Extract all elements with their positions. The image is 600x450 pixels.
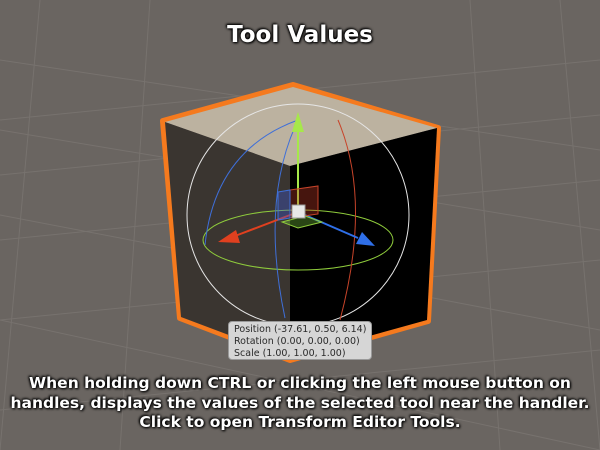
rotation-value: Rotation (0.00, 0.00, 0.00): [234, 336, 360, 347]
center-cube-icon[interactable]: [291, 204, 306, 219]
tool-values-tooltip: Position (-37.61, 0.50, 6.14) Rotation (…: [228, 321, 372, 360]
caption-line-1: When holding down CTRL or clicking the l…: [29, 374, 571, 392]
caption-line-2: handles, displays the values of the sele…: [10, 393, 590, 412]
page-title: Tool Values: [227, 22, 373, 48]
plane-handle-zy[interactable]: [277, 189, 291, 221]
caption-line-3[interactable]: Click to open Transform Editor Tools.: [0, 413, 600, 433]
scale-value: Scale (1.00, 1.00, 1.00): [234, 348, 346, 359]
position-value: Position (-37.61, 0.50, 6.14): [234, 324, 367, 335]
description-link[interactable]: When holding down CTRL or clicking the l…: [0, 374, 600, 433]
